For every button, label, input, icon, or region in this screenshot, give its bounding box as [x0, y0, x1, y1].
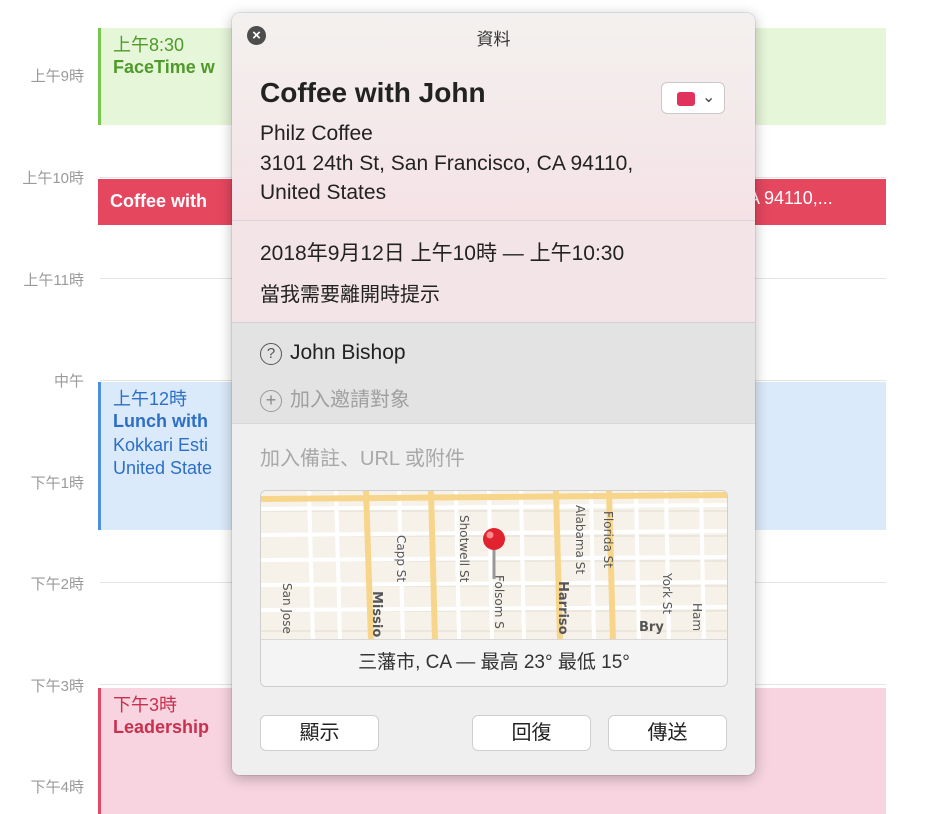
map-pin-icon[interactable] — [483, 528, 505, 550]
reply-button[interactable]: 回復 — [472, 715, 591, 751]
popover-header: 資料 — [476, 30, 511, 49]
street-label: Bry — [639, 620, 664, 635]
question-circle-icon: ? — [260, 343, 282, 365]
event-location-trailing: A 94110,... — [748, 188, 833, 208]
street-label: York St — [660, 572, 674, 614]
location-address-line1[interactable]: 3101 24th St, San Francisco, CA 94110, — [260, 152, 633, 176]
street-label: Florida St — [601, 511, 615, 568]
weather-label: 三藩市, CA — 最高 23° 最低 15° — [261, 639, 727, 686]
chevron-down-icon: ⌄ — [702, 89, 716, 106]
location-name[interactable]: Philz Coffee — [260, 122, 373, 146]
hour-label: 下午2時 — [30, 576, 84, 593]
invitee-name: John Bishop — [290, 341, 406, 364]
location-address-line2[interactable]: United States — [260, 181, 386, 205]
show-button[interactable]: 顯示 — [260, 715, 379, 751]
event-title-field[interactable]: Coffee with John — [260, 77, 486, 109]
location-map[interactable]: San Jose Missio Capp St Shotwell St Fols… — [260, 490, 728, 687]
street-label: San Jose — [280, 583, 294, 634]
street-label: Alabama St — [573, 505, 587, 574]
street-label: Ham — [690, 603, 704, 631]
hour-label: 下午1時 — [30, 475, 84, 492]
street-label: Capp St — [394, 535, 408, 582]
notes-field[interactable]: 加入備註、URL 或附件 — [260, 442, 465, 471]
street-label: Shotwell St — [457, 515, 471, 583]
send-button[interactable]: 傳送 — [608, 715, 727, 751]
event-info-popover: × 資料 Coffee with John ⌄ Philz Coffee 310… — [232, 13, 755, 775]
plus-circle-icon: + — [260, 390, 282, 412]
map-canvas: San Jose Missio Capp St Shotwell St Fols… — [261, 491, 727, 641]
street-label: Missio — [369, 591, 384, 637]
pin-highlight — [486, 531, 494, 539]
invitee-row[interactable]: ? John Bishop — [260, 341, 406, 365]
hour-label: 上午11時 — [23, 272, 84, 289]
hour-label: 下午4時 — [30, 779, 84, 796]
hour-label: 上午9時 — [30, 68, 84, 85]
calendar-color-select[interactable]: ⌄ — [661, 82, 725, 114]
street-label: Harriso — [555, 581, 570, 635]
hour-label: 中午 — [53, 373, 84, 390]
add-invitees-label: 加入邀請對象 — [290, 389, 410, 411]
hour-label: 下午3時 — [30, 678, 84, 695]
event-alert[interactable]: 當我需要離開時提示 — [260, 278, 440, 307]
hour-label: 上午10時 — [22, 170, 84, 187]
street-label: Folsom S — [492, 575, 506, 629]
event-date-time[interactable]: 2018年9月12日 上午10時 — 上午10:30 — [260, 237, 624, 267]
add-invitees-field[interactable]: + 加入邀請對象 — [260, 383, 410, 412]
color-swatch — [677, 92, 695, 106]
